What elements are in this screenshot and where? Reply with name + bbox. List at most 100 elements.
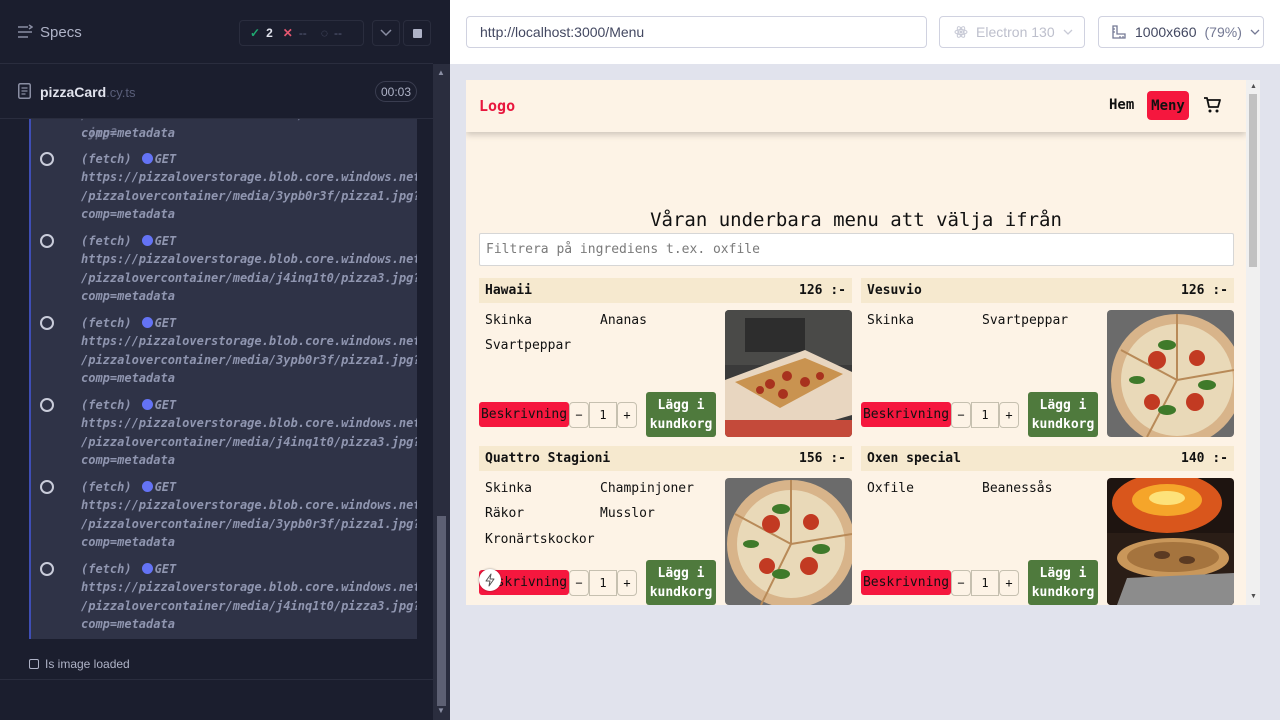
command-kind: (fetch)	[81, 234, 132, 248]
ingredient: Kronärtskockor	[485, 532, 595, 547]
ingredient: Skinka	[485, 481, 532, 496]
command-url-line: https://pizzaloverstorage.blob.core.wind…	[81, 252, 417, 267]
increment-button[interactable]: +	[617, 402, 637, 428]
command-url-line: comp=metadata	[81, 616, 175, 631]
stats-summary: ✓ 2 ✕ -- ◌ --	[239, 20, 364, 46]
menu-headline: Våran underbara menu att välja ifrån	[650, 209, 1062, 231]
selector-playground-icon[interactable]	[479, 569, 501, 591]
add-to-cart-button[interactable]: Lägg i kundkorg	[646, 392, 716, 437]
add-to-cart-button[interactable]: Lägg i kundkorg	[1028, 560, 1098, 605]
logo[interactable]: Logo	[479, 97, 515, 115]
cart-icon[interactable]	[1203, 96, 1221, 114]
pending-circle-icon	[40, 152, 54, 166]
ingredient: Oxfile	[867, 481, 914, 496]
app-iframe: Logo Hem Meny Våran underbara menu att v…	[466, 80, 1260, 605]
ingredient: Ananas	[600, 313, 647, 328]
stop-button[interactable]	[403, 20, 431, 46]
pizza-card: Oxen special 140 :- Oxfile Beanessås Bes…	[861, 446, 1234, 605]
spec-file-row[interactable]: pizzaCard.cy.ts 00:03	[0, 64, 433, 119]
viewport-selector[interactable]: 1000x660 (79%)	[1098, 16, 1264, 48]
pending-circle-icon	[40, 316, 54, 330]
pizza-card: Vesuvio 126 :- Skinka Svartpeppar Beskri…	[861, 278, 1234, 438]
ingredient: Svartpeppar	[485, 338, 572, 353]
command-text: (fetch) GET https://pizzaloverstorage.blo…	[81, 150, 417, 223]
reporter-scrollbar[interactable]: ▲ ▼	[433, 64, 450, 720]
decrement-button[interactable]: −	[569, 570, 589, 596]
app-scrollbar[interactable]: ▲ ▼	[1246, 80, 1260, 605]
scrollbar-thumb[interactable]	[1249, 94, 1257, 267]
command-log: comp=metadata / ............... ........…	[29, 119, 417, 639]
command-url-line: https://pizzaloverstorage.blob.core.wind…	[81, 170, 417, 185]
pending-circle-icon	[40, 398, 54, 412]
command-url-line: comp=metadata	[81, 206, 175, 221]
pending-count: --	[333, 26, 342, 40]
request-dot-icon	[141, 399, 153, 410]
decrement-button[interactable]: −	[951, 570, 971, 596]
quantity-value[interactable]: 1	[971, 402, 999, 428]
command-url-line: comp=metadata	[81, 534, 175, 549]
decrement-button[interactable]: −	[951, 402, 971, 428]
pizza-card-header: Oxen special 140 :-	[861, 446, 1234, 471]
add-label-line: Lägg i	[657, 565, 705, 581]
quantity-stepper: − 1 +	[951, 570, 1019, 596]
description-button[interactable]: Beskrivning	[861, 402, 951, 427]
description-button[interactable]: Beskrivning	[479, 402, 569, 427]
pizza-image	[725, 478, 852, 605]
add-label-line: kundkorg	[649, 416, 713, 432]
quantity-stepper: − 1 +	[569, 570, 637, 596]
passed-count: 2	[266, 26, 273, 40]
nav-menu-link[interactable]: Meny	[1147, 91, 1189, 120]
test-title-row[interactable]: Is image loaded	[29, 657, 130, 671]
app-navbar: Logo Hem Meny	[466, 80, 1246, 132]
ingredient-filter-input[interactable]: Filtrera på ingrediens t.ex. oxfile	[479, 233, 1234, 266]
command-url-line: https://pizzaloverstorage.blob.core.wind…	[81, 416, 417, 431]
specs-list-icon[interactable]	[17, 24, 33, 40]
description-button[interactable]: Beskrivning	[861, 570, 951, 595]
add-label-line: Lägg i	[657, 397, 705, 413]
spec-name-text: pizzaCard	[40, 84, 107, 100]
quantity-value[interactable]: 1	[971, 570, 999, 596]
increment-button[interactable]: +	[999, 570, 1019, 596]
ruler-icon	[1112, 25, 1126, 39]
request-dot-icon	[141, 481, 153, 492]
add-label-line: kundkorg	[649, 584, 713, 600]
request-dot-icon	[141, 235, 153, 246]
spec-duration: 00:03	[375, 81, 417, 102]
ingredient: Svartpeppar	[982, 313, 1069, 328]
increment-button[interactable]: +	[999, 402, 1019, 428]
browser-selector[interactable]: Electron 130	[939, 16, 1085, 48]
increment-button[interactable]: +	[617, 570, 637, 596]
failed-count: --	[298, 26, 307, 40]
quantity-value[interactable]: 1	[589, 402, 617, 428]
add-label-line: Lägg i	[1039, 565, 1087, 581]
scroll-up-icon[interactable]: ▲	[1250, 83, 1257, 90]
browser-name: Electron 130	[976, 24, 1055, 40]
pizza-card-header: Hawaii 126 :-	[479, 278, 852, 303]
add-to-cart-button[interactable]: Lägg i kundkorg	[1028, 392, 1098, 437]
decrement-button[interactable]: −	[569, 402, 589, 428]
scroll-down-icon[interactable]: ▼	[437, 706, 445, 715]
scroll-up-icon[interactable]: ▲	[437, 68, 445, 77]
command-kind: (fetch)	[81, 480, 132, 494]
scrollbar-thumb[interactable]	[437, 516, 446, 706]
add-label-line: kundkorg	[1031, 584, 1095, 600]
scroll-down-icon[interactable]: ▼	[1250, 593, 1257, 600]
collapse-button[interactable]	[372, 20, 400, 46]
command-method: GET	[154, 316, 177, 330]
add-to-cart-button[interactable]: Lägg i kundkorg	[646, 560, 716, 605]
add-label-line: Lägg i	[1039, 397, 1087, 413]
electron-icon	[954, 26, 968, 38]
pizza-card: Hawaii 126 :- Skinka Ananas Svartpeppar …	[479, 278, 852, 438]
command-method: GET	[154, 152, 177, 166]
pizza-name: Quattro Stagioni	[485, 451, 611, 466]
specs-title[interactable]: Specs	[40, 24, 82, 41]
command-url-line: /pizzalovercontainer/media/j4inq1t0/pizz…	[81, 434, 417, 449]
command-kind: (fetch)	[81, 562, 132, 576]
pizza-price: 140 :-	[1181, 451, 1228, 466]
command-text: (fetch) GET https://pizzaloverstorage.blo…	[81, 232, 417, 305]
pending-circle-icon	[40, 480, 54, 494]
url-bar[interactable]: http://localhost:3000/Menu	[466, 16, 927, 48]
nav-home-link[interactable]: Hem	[1109, 97, 1134, 113]
quantity-value[interactable]: 1	[589, 570, 617, 596]
command-url-line: comp=metadata	[81, 452, 175, 467]
